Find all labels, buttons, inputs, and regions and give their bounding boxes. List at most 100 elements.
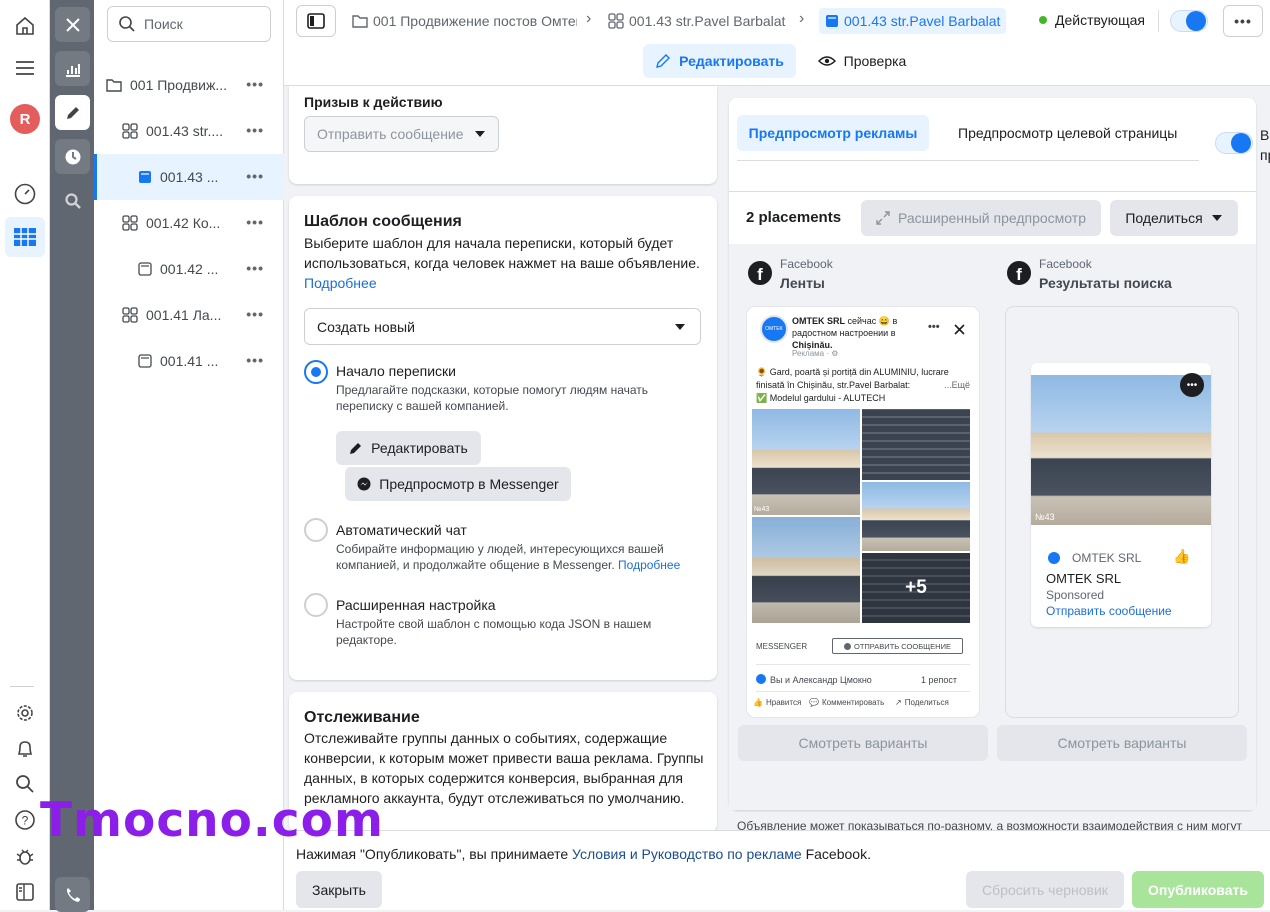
tree-item[interactable]: 001.42 ... ••• — [94, 246, 284, 292]
more-options-icon[interactable]: ••• — [1180, 373, 1204, 397]
learn-more-link[interactable]: Подробнее — [618, 558, 680, 572]
tab-review[interactable]: Проверка — [806, 44, 918, 78]
close-icon[interactable] — [954, 324, 965, 335]
sidebar-toggle-icon[interactable] — [5, 872, 45, 912]
reports-chart-icon[interactable] — [55, 51, 90, 86]
settings-gear-icon[interactable] — [5, 693, 45, 733]
cta-select[interactable]: Отправить сообщение — [304, 116, 499, 152]
send-message-cta-button[interactable]: ОТПРАВИТЬ СООБЩЕНИЕ — [832, 638, 963, 654]
ad-policy-link[interactable]: Условия и Руководство по рекламе — [572, 846, 802, 862]
comment-action[interactable]: 💬 Комментировать — [809, 698, 884, 707]
phone-support-icon[interactable] — [55, 877, 90, 912]
thumbs-up-icon[interactable]: 👍 — [1173, 548, 1190, 565]
messenger-icon — [357, 477, 371, 491]
post-more-icon[interactable]: ••• — [928, 321, 940, 333]
preview-toggle[interactable] — [1215, 132, 1253, 154]
page-name: OMTEK SRL — [792, 316, 845, 326]
option-desc: Собирайте информацию у людей, интересующ… — [336, 541, 691, 573]
view-variants-button[interactable]: Смотреть варианты — [997, 725, 1247, 761]
tree-item[interactable]: 001.41 ... ••• — [94, 338, 284, 384]
tree-item[interactable]: 001.41 Ла... ••• — [94, 292, 284, 338]
tree-item[interactable]: 001.43 ... ••• — [94, 154, 284, 200]
home-icon[interactable] — [5, 6, 45, 46]
share-action[interactable]: ↗ Поделиться — [895, 698, 949, 707]
search-input[interactable]: Поиск — [107, 6, 271, 42]
ad-icon — [138, 262, 152, 276]
tree-item-more-icon[interactable]: ••• — [246, 260, 264, 276]
menu-icon[interactable] — [5, 48, 45, 88]
page-avatar: OMTEK — [760, 315, 788, 343]
tab-ad-preview[interactable]: Предпросмотр рекламы — [737, 115, 929, 151]
tree-item-label: 001.43 str.... — [146, 123, 224, 139]
view-variants-button[interactable]: Смотреть варианты — [738, 725, 988, 761]
template-select-value: Создать новый — [317, 318, 415, 335]
close-button[interactable]: Закрыть — [296, 871, 382, 908]
terms-prefix: Нажимая "Опубликовать", вы принимаете — [296, 846, 573, 862]
post-photo — [862, 409, 970, 480]
tab-edit-label: Редактировать — [679, 53, 784, 69]
page-name: OMTEK SRL — [1046, 571, 1122, 586]
facebook-logo-icon: f — [1007, 261, 1031, 285]
search-results-ad-preview[interactable]: №43 ••• OMTEK SRL 👍 OMTEK SRL Sponsored … — [1006, 307, 1238, 717]
tab-edit[interactable]: Редактировать — [643, 44, 796, 78]
tree-item[interactable]: 001 Продвиж... ••• — [94, 62, 284, 108]
sponsored-label: Sponsored — [1046, 588, 1105, 602]
publish-button[interactable]: Опубликовать — [1132, 871, 1264, 908]
dashboard-gauge-icon[interactable] — [5, 174, 45, 214]
notifications-bell-icon[interactable] — [5, 729, 45, 769]
discard-draft-button[interactable]: Сбросить черновик — [966, 871, 1124, 908]
tree-item-more-icon[interactable]: ••• — [246, 352, 264, 368]
tree-item-more-icon[interactable]: ••• — [246, 306, 264, 322]
send-message-link[interactable]: Отправить сообщение — [1046, 604, 1172, 618]
breadcrumb-campaign[interactable]: 001 Продвижение постов Омтек — [352, 10, 577, 32]
comment-label: Комментировать — [821, 698, 885, 707]
share-label: Поделиться — [1125, 210, 1203, 226]
ad-active-toggle[interactable] — [1170, 10, 1208, 32]
toggle-knob — [1231, 133, 1251, 153]
ad-icon — [138, 354, 152, 368]
more-options-button[interactable]: ••• — [1223, 5, 1263, 37]
search-icon[interactable] — [5, 764, 45, 804]
breadcrumb-ad[interactable]: 001.43 str.Pavel Barbalat — [819, 8, 1007, 34]
see-more-link[interactable]: ...Ещё — [944, 379, 970, 392]
platform-label: Facebook — [1039, 257, 1092, 271]
share-dropdown-button[interactable]: Поделиться — [1110, 200, 1238, 236]
watermark: Tmocno.com — [40, 793, 384, 848]
radio-start-conversation[interactable] — [304, 360, 328, 384]
template-select[interactable]: Создать новый — [304, 308, 701, 345]
post-photo — [862, 482, 970, 551]
toggle-knob — [1186, 11, 1206, 31]
radio-automated-chat[interactable] — [304, 518, 328, 542]
avatar[interactable]: R — [5, 99, 45, 139]
inspect-zoom-icon[interactable] — [55, 183, 90, 218]
option-desc-text: Собирайте информацию у людей, интересующ… — [336, 542, 664, 572]
close-editor-button[interactable] — [55, 7, 90, 42]
divider — [756, 664, 970, 665]
ads-manager-table-icon[interactable] — [5, 217, 45, 257]
ad-icon — [826, 15, 838, 27]
pencil-icon — [350, 443, 362, 454]
tree-item[interactable]: 001.42 Ко... ••• — [94, 200, 284, 246]
chevron-right-icon: › — [799, 10, 805, 27]
learn-more-link[interactable]: Подробнее — [304, 275, 377, 291]
tree-item-more-icon[interactable]: ••• — [246, 122, 264, 138]
tab-landing-preview[interactable]: Предпросмотр целевой страницы — [958, 125, 1177, 141]
tree-item[interactable]: 001.43 str.... ••• — [94, 108, 284, 154]
preview-messenger-button[interactable]: Предпросмотр в Messenger — [345, 467, 571, 501]
tree-item-more-icon[interactable]: ••• — [246, 214, 264, 230]
message-template-section: Шаблон сообщения Выберите шаблон для нач… — [289, 196, 717, 680]
help-icon[interactable]: ? — [5, 800, 45, 840]
like-action[interactable]: 👍 Нравится — [753, 698, 801, 707]
tree-item-more-icon[interactable]: ••• — [246, 168, 264, 184]
feed-ad-preview[interactable]: OMTEK OMTEK SRL сейчас 😄 в радостном нас… — [747, 307, 979, 717]
edit-pencil-icon[interactable] — [55, 95, 90, 130]
breadcrumb-adset[interactable]: 001.43 str.Pavel Barbalat — [608, 10, 785, 32]
bug-report-icon[interactable] — [5, 836, 45, 876]
tree-item-more-icon[interactable]: ••• — [246, 76, 264, 92]
collapse-panel-button[interactable] — [296, 5, 336, 37]
post-text-line: 🌻 Gard, poartă și portiță din ALUMINIU, … — [756, 367, 949, 390]
edit-template-button[interactable]: Редактировать — [336, 431, 481, 465]
advanced-preview-button[interactable]: Расширенный предпросмотр — [861, 200, 1101, 236]
radio-advanced-setup[interactable] — [304, 593, 328, 617]
history-clock-icon[interactable] — [55, 139, 90, 174]
